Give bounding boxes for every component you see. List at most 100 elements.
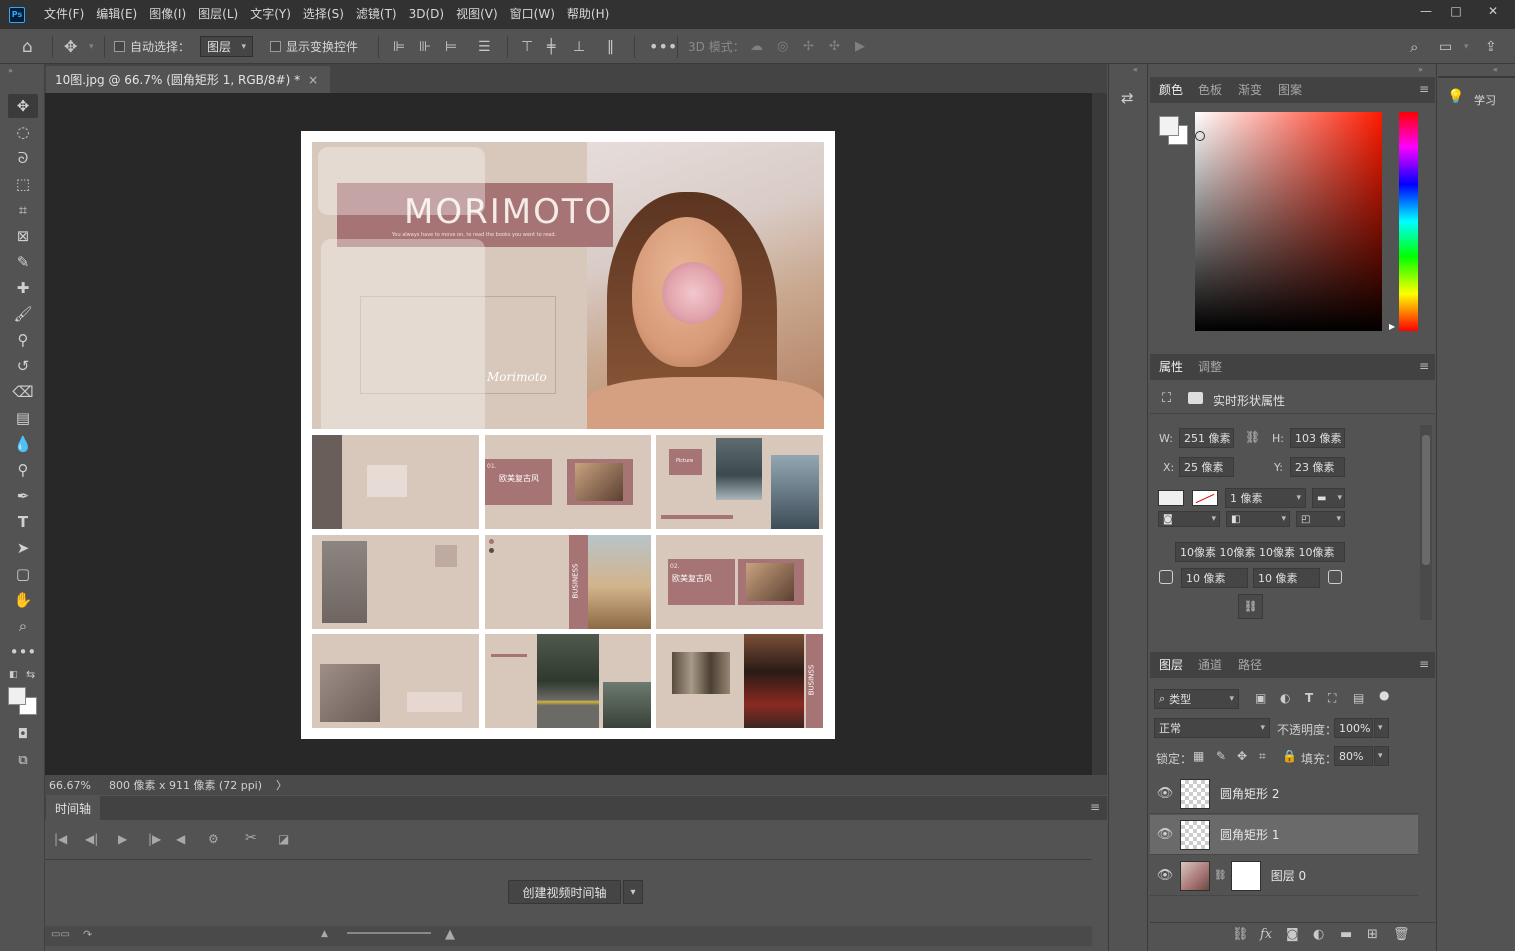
menu-view[interactable]: 视图(V)	[450, 0, 504, 29]
lock-transparent-icon[interactable]: ▦	[1193, 749, 1204, 763]
document-tab[interactable]: 10图.jpg @ 66.7% (圆角矩形 1, RGB/8#) * ×	[46, 66, 331, 93]
stamp-icon[interactable]: ⚲	[8, 328, 38, 352]
transition-icon[interactable]: ◪	[278, 832, 289, 846]
create-timeline-dropdown[interactable]: ▾	[623, 880, 643, 904]
screen-mode-icon[interactable]: ⧉	[8, 748, 38, 772]
lasso-icon[interactable]: ᘐ	[8, 146, 38, 170]
rounded-rect-icon[interactable]: ▢	[8, 562, 38, 586]
move-tool-icon[interactable]: ✥	[64, 29, 77, 64]
layer-filter-dropdown[interactable]: ⌕ 类型 ▾	[1154, 689, 1239, 709]
close-window-button[interactable]: ✕	[1471, 0, 1515, 22]
lock-pixels-icon[interactable]: ✎	[1216, 749, 1226, 763]
menu-file[interactable]: 文件(F)	[38, 0, 90, 29]
menu-3d[interactable]: 3D(D)	[403, 0, 450, 29]
object-select-icon[interactable]: ⬚	[8, 172, 38, 196]
properties-scrollbar[interactable]	[1420, 425, 1432, 620]
lightbulb-icon[interactable]: 💡	[1447, 89, 1464, 105]
swap-colors-icon[interactable]: ⇆	[26, 668, 35, 681]
hue-slider[interactable]	[1399, 112, 1418, 331]
crop-icon[interactable]: ⌗	[8, 198, 38, 222]
lock-position-icon[interactable]: ✥	[1237, 749, 1247, 763]
expand-panels-icon[interactable]: «	[1133, 65, 1138, 74]
audio-icon[interactable]: ◀	[176, 832, 185, 846]
mask-link-icon[interactable]: ⛓	[1214, 870, 1227, 881]
more-tools-icon[interactable]: •••	[8, 640, 38, 664]
layer-name[interactable]: 圆角矩形 2	[1220, 785, 1279, 802]
3d-camera-icon[interactable]: ▶	[855, 29, 865, 64]
menu-edit[interactable]: 编辑(E)	[90, 0, 143, 29]
menu-window[interactable]: 窗口(W)	[504, 0, 561, 29]
align-bottom-icon[interactable]: ⊥	[573, 29, 585, 64]
timeline-zoom-slider[interactable]	[347, 932, 431, 934]
lock-artboard-icon[interactable]: ⌗	[1259, 749, 1266, 764]
eye-icon[interactable]: 👁	[1150, 827, 1180, 842]
new-layer-icon[interactable]: ⊞	[1367, 927, 1378, 942]
pen-icon[interactable]: ✒	[8, 484, 38, 508]
color-picker-cursor[interactable]	[1195, 131, 1205, 141]
timeline-menu-icon[interactable]: ≡	[1090, 800, 1100, 814]
dodge-icon[interactable]: ⚲	[8, 458, 38, 482]
adjustment-layer-icon[interactable]: ◐	[1313, 927, 1324, 942]
eye-icon[interactable]: 👁	[1150, 786, 1180, 801]
brush-icon[interactable]: 🖌	[8, 302, 38, 326]
stroke-corner-dropdown[interactable]: ◰ ▾	[1296, 511, 1345, 527]
new-group-icon[interactable]: ▬	[1340, 927, 1352, 942]
layer-row-rounded-rect-1[interactable]: 👁 圆角矩形 1	[1150, 815, 1418, 855]
menu-filter[interactable]: 滤镜(T)	[350, 0, 403, 29]
layer-mask-thumbnail[interactable]	[1230, 860, 1261, 891]
link-icon[interactable]: ⛓	[1245, 430, 1260, 444]
3d-slide-icon[interactable]: ✣	[829, 29, 840, 64]
minimize-button[interactable]: —	[1411, 0, 1441, 22]
path-select-icon[interactable]: ➤	[8, 536, 38, 560]
stroke-align-dropdown[interactable]: ◙ ▾	[1158, 511, 1220, 527]
layer-name[interactable]: 图层 0	[1271, 867, 1306, 884]
hand-icon[interactable]: ✋	[8, 588, 38, 612]
split-scissors-icon[interactable]: ✂	[245, 830, 257, 846]
panel-collapse-icon[interactable]: »	[1418, 65, 1423, 74]
align-left-icon[interactable]: ⊫	[393, 29, 405, 64]
tab-paths[interactable]: 路径	[1238, 652, 1262, 678]
corner-tr-field[interactable]: 10 像素	[1253, 568, 1320, 588]
learn-label[interactable]: 学习	[1474, 92, 1496, 108]
frame-icon[interactable]: ⊠	[8, 224, 38, 248]
tab-channels[interactable]: 通道	[1198, 652, 1222, 678]
menu-image[interactable]: 图像(I)	[143, 0, 192, 29]
fill-color-swatch[interactable]	[1158, 490, 1184, 506]
move-tool-icon[interactable]: ✥	[8, 94, 38, 118]
link-corners-button[interactable]: ⛓	[1238, 594, 1263, 619]
filter-pixel-icon[interactable]: ▣	[1255, 691, 1266, 705]
panel-menu-icon[interactable]: ≡	[1419, 359, 1429, 373]
menu-layer[interactable]: 图层(L)	[192, 0, 244, 29]
auto-select-toggle[interactable]: 自动选择：	[114, 29, 190, 64]
layer-row-rounded-rect-2[interactable]: 👁 圆角矩形 2	[1150, 774, 1418, 814]
align-right-icon[interactable]: ⊨	[445, 29, 457, 64]
fill-dropdown[interactable]: ▾	[1374, 746, 1389, 766]
corner-radii-all-field[interactable]: 10像素 10像素 10像素 10像素	[1175, 542, 1345, 562]
align-vcenter-icon[interactable]: ╪	[547, 29, 555, 64]
type-tool-icon[interactable]: T	[8, 510, 38, 534]
collapse-icon[interactable]: »	[8, 66, 13, 75]
corner-tl-field[interactable]: 10 像素	[1181, 568, 1248, 588]
next-frame-icon[interactable]: |▶	[148, 832, 161, 846]
learn-collapse-icon[interactable]: «	[1493, 65, 1498, 74]
height-field[interactable]: 103 像素	[1290, 428, 1345, 448]
width-field[interactable]: 251 像素	[1179, 428, 1234, 448]
healing-brush-icon[interactable]: ✚	[8, 276, 38, 300]
filter-smart-object-icon[interactable]: ▤	[1353, 691, 1364, 705]
distribute-vertical-icon[interactable]: ☰	[478, 29, 491, 64]
quick-mask-icon[interactable]: ◘	[8, 722, 38, 746]
eraser-icon[interactable]: ⌫	[8, 380, 38, 404]
layer-row-layer-0[interactable]: 👁 ⛓ 图层 0	[1150, 856, 1418, 896]
prev-frame-icon[interactable]: ◀|	[85, 832, 98, 846]
menu-select[interactable]: 选择(S)	[297, 0, 350, 29]
ellipse-marquee-icon[interactable]: ◌	[8, 120, 38, 144]
create-video-timeline-button[interactable]: 创建视频时间轴	[508, 880, 621, 904]
layer-name[interactable]: 圆角矩形 1	[1220, 826, 1279, 843]
stroke-width-field[interactable]: 1 像素 ▾	[1225, 488, 1306, 508]
stroke-color-swatch[interactable]	[1192, 490, 1218, 506]
zoom-in-mountain-icon[interactable]: ▲	[445, 927, 455, 942]
home-icon[interactable]: ⌂	[22, 29, 33, 64]
render-video-icon[interactable]: ↷	[83, 928, 92, 941]
opacity-field[interactable]: 100%	[1334, 718, 1373, 738]
share-icon[interactable]: ⇪	[1485, 29, 1497, 64]
